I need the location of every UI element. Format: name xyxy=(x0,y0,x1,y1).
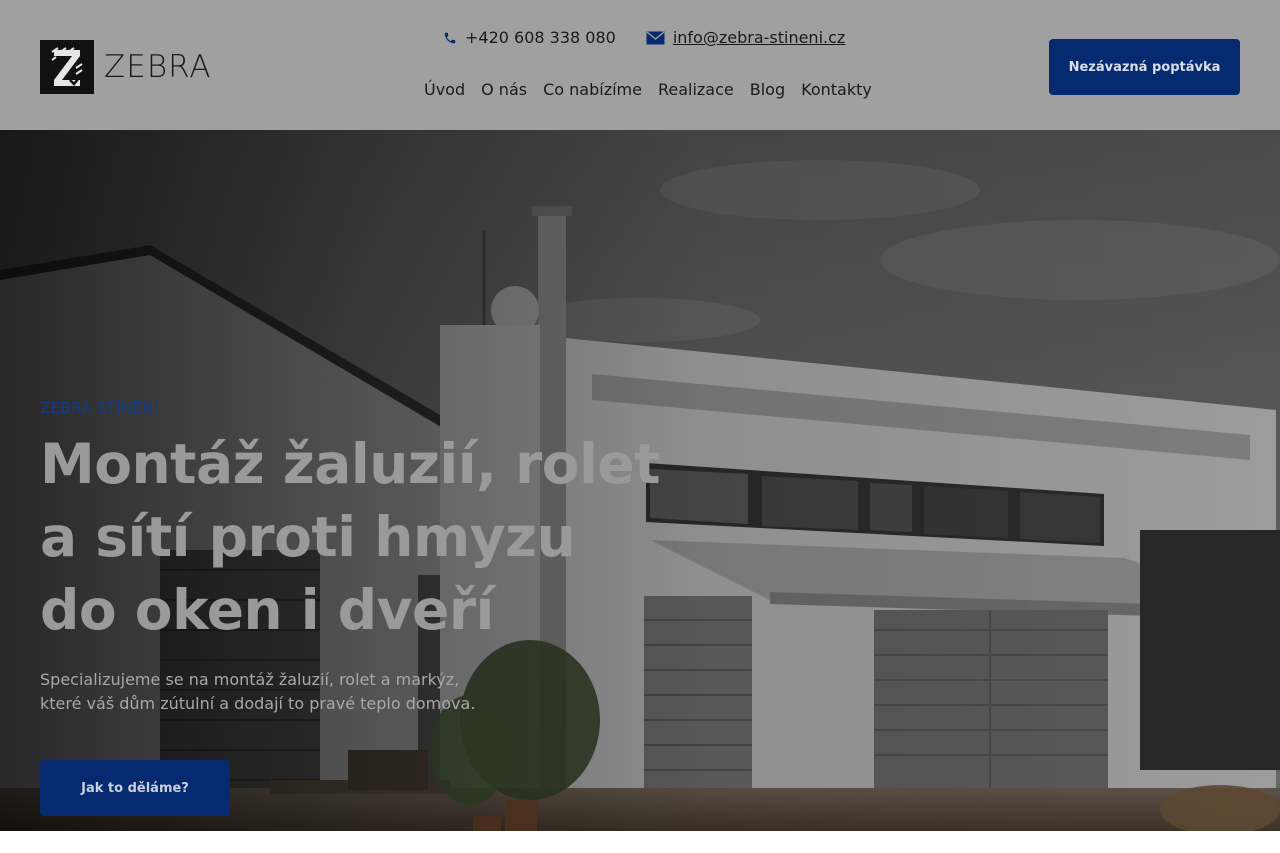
hero-lead-line: Specializujeme se na montáž žaluzií, rol… xyxy=(40,670,460,689)
email-link[interactable]: info@zebra-stineni.cz xyxy=(673,26,845,50)
hero-headline: Montáž žaluzií, rolet a sítí proti hmyzu… xyxy=(40,428,661,647)
hero-lead-line: které váš dům zútulní a dodají to pravé … xyxy=(40,694,476,713)
zebra-logo-mark-icon xyxy=(40,40,94,94)
phone-icon xyxy=(444,32,456,44)
nav-item-realizace[interactable]: Realizace xyxy=(658,78,734,102)
logo[interactable]: ZEBRA xyxy=(40,40,212,96)
hero-headline-line: do oken i dveří xyxy=(40,578,494,642)
nav-item-co-nabizime[interactable]: Co nabízíme xyxy=(543,78,642,102)
hero-eyebrow: ZEBRA STÍNĚNÍ xyxy=(40,399,159,417)
envelope-icon xyxy=(646,31,665,45)
nav-item-uvod[interactable]: Úvod xyxy=(424,78,465,102)
contact-row: +420 608 338 080 info@zebra-stineni.cz xyxy=(443,26,845,50)
hero-headline-line: Montáž žaluzií, rolet xyxy=(40,432,661,496)
how-we-work-button[interactable]: Jak to děláme? xyxy=(40,760,230,816)
hero-headline-line: a sítí proti hmyzu xyxy=(40,505,576,569)
site-header: ZEBRA +420 608 338 080 info@zebra-stinen… xyxy=(0,0,1280,130)
nav-item-o-nas[interactable]: O nás xyxy=(481,78,527,102)
phone-number: +420 608 338 080 xyxy=(465,28,616,47)
hero-lead: Specializujeme se na montáž žaluzií, rol… xyxy=(40,668,476,716)
phone-contact[interactable]: +420 608 338 080 xyxy=(443,26,616,50)
quote-request-button[interactable]: Nezávazná poptávka xyxy=(1049,39,1240,95)
logo-text: ZEBRA xyxy=(104,49,212,85)
email-contact[interactable]: info@zebra-stineni.cz xyxy=(646,26,845,50)
main-nav: Úvod O nás Co nabízíme Realizace Blog Ko… xyxy=(424,78,872,102)
nav-item-blog[interactable]: Blog xyxy=(750,78,785,102)
hero-section: ZEBRA STÍNĚNÍ Montáž žaluzií, rolet a sí… xyxy=(0,130,1280,831)
nav-item-kontakty[interactable]: Kontakty xyxy=(801,78,872,102)
